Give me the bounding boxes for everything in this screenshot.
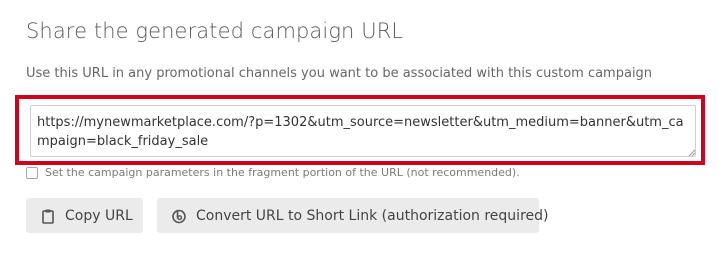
fragment-checkbox-label: Set the campaign parameters in the fragm…: [45, 166, 520, 179]
section-title: Share the generated campaign URL: [26, 19, 404, 43]
campaign-url-field[interactable]: https://mynewmarketplace.com/?p=1302&utm…: [30, 105, 696, 157]
resize-grip-icon[interactable]: [688, 149, 696, 157]
fragment-checkbox[interactable]: [26, 166, 38, 179]
bitly-icon: [171, 208, 187, 224]
short-link-label: Convert URL to Short Link (authorization…: [196, 207, 549, 224]
section-description: Use this URL in any promotional channels…: [26, 66, 653, 81]
clipboard-icon: [40, 208, 56, 224]
url-highlight-frame: https://mynewmarketplace.com/?p=1302&utm…: [15, 95, 705, 165]
short-link-button[interactable]: Convert URL to Short Link (authorization…: [157, 198, 548, 233]
copy-url-button[interactable]: Copy URL: [26, 198, 143, 233]
fragment-option-row[interactable]: Set the campaign parameters in the fragm…: [26, 166, 520, 179]
copy-url-label: Copy URL: [65, 207, 133, 224]
